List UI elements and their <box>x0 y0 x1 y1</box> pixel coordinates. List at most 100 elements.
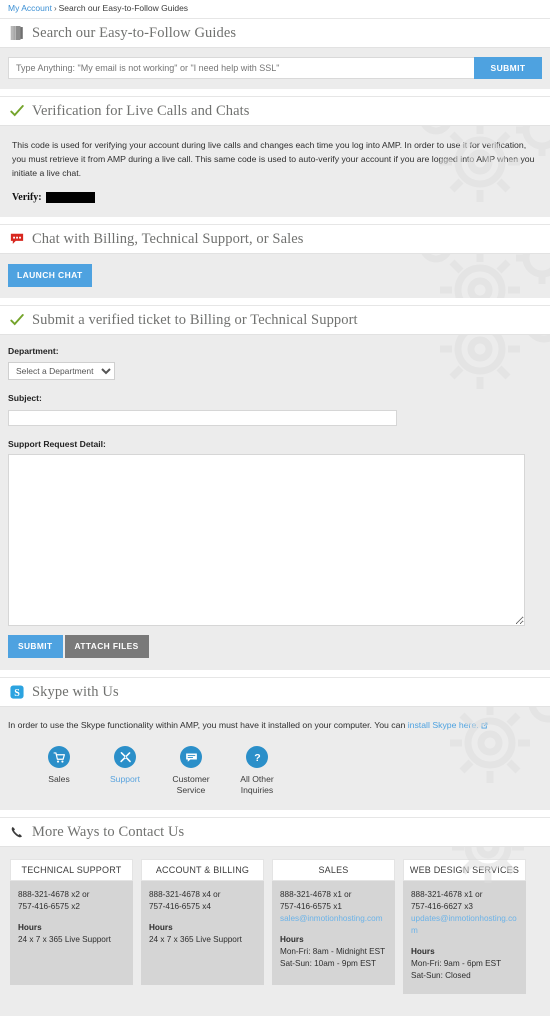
shopping-cart-icon <box>53 751 65 763</box>
contact-email-link[interactable]: sales@inmotionhosting.com <box>280 913 387 925</box>
hours-heading: Hours <box>18 923 42 932</box>
subject-label: Subject: <box>8 393 42 403</box>
verify-code-row: Verify: <box>12 192 538 203</box>
phone-line-2: 757-416-6575 x4 <box>149 902 211 911</box>
contact-email-link[interactable]: updates@inmotionhosting.com <box>411 913 518 937</box>
check-icon <box>10 105 24 117</box>
hours-heading: Hours <box>149 923 173 932</box>
skype-option-support-badge <box>114 746 136 768</box>
verify-label: Verify: <box>12 192 42 203</box>
support-page: My Account › Search our Easy-to-Follow Gui… <box>0 0 550 1024</box>
phone-line-1: 888-321-4678 x2 or <box>18 890 90 899</box>
contact-card-body: 888-321-4678 x1 or 757-416-6627 x3 updat… <box>403 881 526 994</box>
skype-lead-text: In order to use the Skype functionality … <box>8 719 542 732</box>
more-contact-header: More Ways to Contact Us <box>0 817 550 847</box>
section-verification: Verification for Live Calls and Chats Th… <box>0 96 550 217</box>
skype-option-customer-service[interactable]: Customer Service <box>158 746 224 796</box>
skype-lead-prefix: In order to use the Skype functionality … <box>8 720 408 730</box>
department-label: Department: <box>8 346 59 356</box>
hours-line-1: Mon-Fri: 8am - Midnight EST <box>280 947 386 956</box>
hours-line-2: Sat-Sun: 10am - 9pm EST <box>280 959 377 968</box>
chat-title: Chat with Billing, Technical Support, or… <box>32 230 304 247</box>
contact-card-heading: WEB DESIGN SERVICES <box>403 859 526 881</box>
phone-line-2: 757-416-6575 x2 <box>18 902 80 911</box>
attach-files-button[interactable]: ATTACH FILES <box>64 635 149 658</box>
breadcrumb: My Account › Search our Easy-to-Follow Gui… <box>0 0 550 18</box>
phone-line-2: 757-416-6627 x3 <box>411 902 473 911</box>
search-guides-body: SUBMIT <box>0 48 550 89</box>
skype-option-support-label: Support <box>109 774 141 784</box>
question-mark-icon: ? <box>254 752 260 764</box>
breadcrumb-link-my-account[interactable]: My Account <box>8 3 52 13</box>
search-submit-button[interactable]: SUBMIT <box>474 57 542 79</box>
skype-option-all-other-inquiries-label: All Other Inquiries <box>240 774 274 795</box>
contact-cards: TECHNICAL SUPPORT 888-321-4678 x2 or 757… <box>10 859 540 994</box>
skype-option-all-other-inquiries-badge: ? <box>246 746 268 768</box>
skype-option-support[interactable]: Support <box>92 746 158 796</box>
skype-contact-options: Sales Support Customer Service ? All Oth… <box>8 746 542 796</box>
section-search-guides: Search our Easy-to-Follow Guides SUBMIT <box>0 18 550 89</box>
verification-description: This code is used for verifying your acc… <box>12 140 535 178</box>
search-guides-title: Search our Easy-to-Follow Guides <box>32 24 237 41</box>
contact-card-heading: SALES <box>272 859 395 881</box>
more-contact-body: TECHNICAL SUPPORT 888-321-4678 x2 or 757… <box>0 847 550 1016</box>
phone-line-1: 888-321-4678 x1 or <box>280 890 352 899</box>
submit-ticket-title: Submit a verified ticket to Billing or T… <box>32 311 358 328</box>
breadcrumb-separator: › <box>53 4 57 13</box>
submit-ticket-header: Submit a verified ticket to Billing or T… <box>0 305 550 335</box>
chat-header: Chat with Billing, Technical Support, or… <box>0 224 550 254</box>
install-skype-link[interactable]: install Skype here. <box>408 720 479 730</box>
search-guides-header: Search our Easy-to-Follow Guides <box>0 18 550 48</box>
subject-input[interactable] <box>8 410 397 426</box>
breadcrumb-current: Search our Easy-to-Follow Guides <box>58 3 189 13</box>
verification-header: Verification for Live Calls and Chats <box>0 96 550 126</box>
phone-line-1: 888-321-4678 x4 or <box>149 890 221 899</box>
skype-option-customer-service-label: Customer Service <box>172 774 210 795</box>
section-more-contact: More Ways to Contact Us TECHNICAL SUPPOR… <box>0 817 550 1016</box>
contact-card-body: 888-321-4678 x2 or 757-416-6575 x2 Hours… <box>10 881 133 985</box>
contact-card-web-design-services: WEB DESIGN SERVICES 888-321-4678 x1 or 7… <box>403 859 526 994</box>
phone-line-2: 757-416-6575 x1 <box>280 902 342 911</box>
phone-line-1: 888-321-4678 x1 or <box>411 890 483 899</box>
contact-card-account-billing: ACCOUNT & BILLING 888-321-4678 x4 or 757… <box>141 859 264 994</box>
section-skype: S Skype with Us In order to use the Skyp… <box>0 677 550 810</box>
department-select[interactable]: Select a Department <box>8 362 115 380</box>
skype-option-sales-badge <box>48 746 70 768</box>
launch-chat-button[interactable]: LAUNCH CHAT <box>8 264 92 287</box>
hours-heading: Hours <box>280 935 304 944</box>
more-contact-title: More Ways to Contact Us <box>32 823 185 840</box>
svg-text:?: ? <box>254 752 260 764</box>
ticket-submit-button[interactable]: SUBMIT <box>8 635 63 658</box>
hours-line-1: 24 x 7 x 365 Live Support <box>149 935 242 944</box>
verify-code-value <box>45 192 95 203</box>
hours-line-1: 24 x 7 x 365 Live Support <box>18 935 111 944</box>
skype-icon: S <box>10 685 24 699</box>
contact-card-sales: SALES 888-321-4678 x1 or 757-416-6575 x1… <box>272 859 395 994</box>
support-request-detail-textarea[interactable] <box>8 454 525 626</box>
book-icon <box>10 26 23 40</box>
skype-header: S Skype with Us <box>0 677 550 707</box>
chat-body: LAUNCH CHAT <box>0 254 550 298</box>
check-icon <box>10 314 24 326</box>
contact-card-heading: TECHNICAL SUPPORT <box>10 859 133 881</box>
svg-text:S: S <box>14 688 20 699</box>
verification-body: This code is used for verifying your acc… <box>0 126 550 217</box>
tools-icon <box>119 751 131 762</box>
skype-option-all-other-inquiries[interactable]: ? All Other Inquiries <box>224 746 290 796</box>
support-request-detail-label: Support Request Detail: <box>8 439 106 449</box>
verification-title: Verification for Live Calls and Chats <box>32 102 250 119</box>
hours-line-1: Mon-Fri: 9am - 6pm EST <box>411 959 502 968</box>
search-input[interactable] <box>8 57 474 79</box>
contact-card-technical-support: TECHNICAL SUPPORT 888-321-4678 x2 or 757… <box>10 859 133 994</box>
skype-option-customer-service-badge <box>180 746 202 768</box>
skype-option-sales[interactable]: Sales <box>26 746 92 796</box>
contact-card-heading: ACCOUNT & BILLING <box>141 859 264 881</box>
skype-option-sales-label: Sales <box>48 774 70 784</box>
contact-card-body: 888-321-4678 x1 or 757-416-6575 x1 sales… <box>272 881 395 985</box>
hours-heading: Hours <box>411 947 435 956</box>
section-chat: Chat with Billing, Technical Support, or… <box>0 224 550 298</box>
phone-icon <box>11 826 22 838</box>
ticket-form-buttons: SUBMIT ATTACH FILES <box>8 635 542 658</box>
hours-line-2: Sat-Sun: Closed <box>411 971 471 980</box>
chat-icon <box>185 752 197 762</box>
